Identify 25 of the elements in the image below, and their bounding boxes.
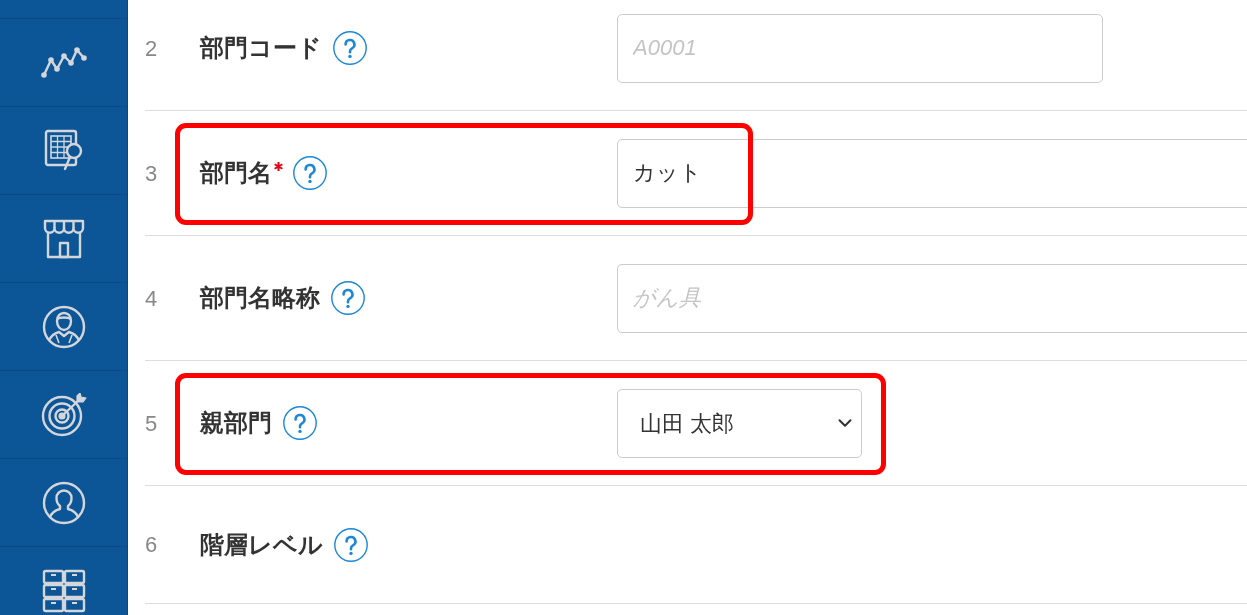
help-icon[interactable] bbox=[331, 281, 365, 315]
field-label: 部門コード bbox=[200, 33, 322, 63]
field-label: 部門名 bbox=[200, 158, 272, 188]
row-number: 2 bbox=[145, 34, 159, 63]
row-number: 6 bbox=[145, 531, 159, 559]
text-field[interactable]: カット bbox=[617, 138, 1247, 208]
help-icon[interactable] bbox=[333, 31, 367, 65]
field-label: 親部門 bbox=[200, 408, 272, 438]
field-label: 階層レベル bbox=[200, 529, 323, 560]
row-number: 5 bbox=[145, 409, 159, 438]
help-icon[interactable] bbox=[283, 406, 317, 440]
field-label: 部門名略称 bbox=[200, 283, 320, 313]
spreadsheet-search-icon bbox=[43, 128, 84, 173]
row-number: 4 bbox=[145, 284, 159, 313]
row-number: 3 bbox=[145, 159, 159, 188]
storefront-icon bbox=[42, 218, 85, 259]
line-chart-icon bbox=[40, 46, 87, 79]
target-arrow-icon bbox=[40, 392, 87, 437]
user-avatar-icon bbox=[41, 304, 86, 349]
drawer-cabinet-icon bbox=[41, 568, 86, 613]
help-icon[interactable] bbox=[334, 527, 368, 562]
help-icon[interactable] bbox=[293, 156, 327, 190]
user-circle-icon bbox=[41, 480, 86, 525]
text-field[interactable]: がん具 bbox=[617, 263, 1247, 333]
select-field[interactable]: 山田 太郎 bbox=[617, 388, 862, 458]
